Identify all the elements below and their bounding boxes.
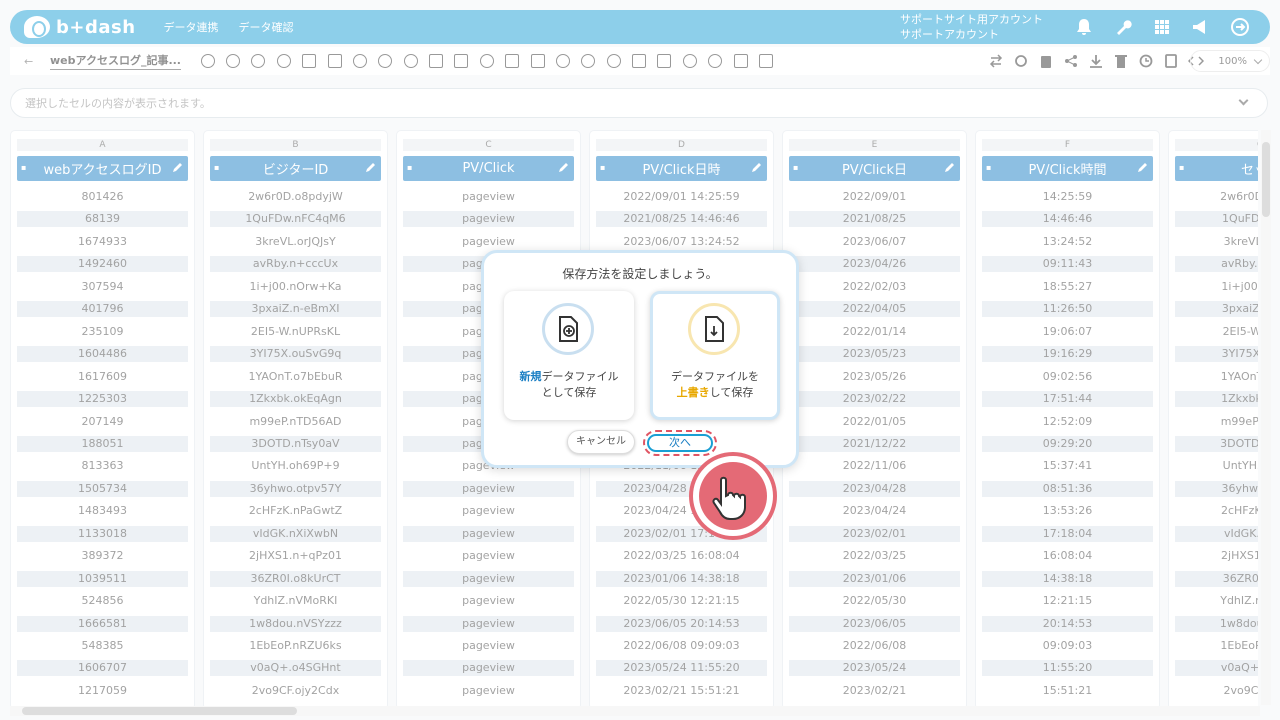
next-button[interactable]: 次へ [643, 430, 717, 456]
cancel-button[interactable]: キャンセル [567, 430, 635, 454]
overwrite-line1: データファイルを [671, 370, 759, 383]
new-line1: データファイル [541, 370, 619, 383]
dialog-title: 保存方法を設定しましょう。 [562, 267, 718, 281]
pointer-hand-icon [689, 452, 777, 540]
new-file-icon [542, 303, 594, 355]
overwrite-option[interactable]: データファイルを 上書きして保存 [650, 291, 780, 420]
save-as-new-option[interactable]: 新規データファイル として保存 [504, 291, 634, 420]
new-highlight: 新規 [519, 370, 542, 383]
save-method-dialog: 保存方法を設定しましょう。 新規データファイル として保存 データファイルを 上… [481, 250, 799, 468]
overwrite-line2: して保存 [709, 386, 754, 399]
new-line2: として保存 [541, 386, 597, 399]
overwrite-highlight: 上書き [676, 386, 710, 399]
overwrite-file-icon [688, 303, 740, 355]
next-button-label: 次へ [647, 434, 713, 452]
